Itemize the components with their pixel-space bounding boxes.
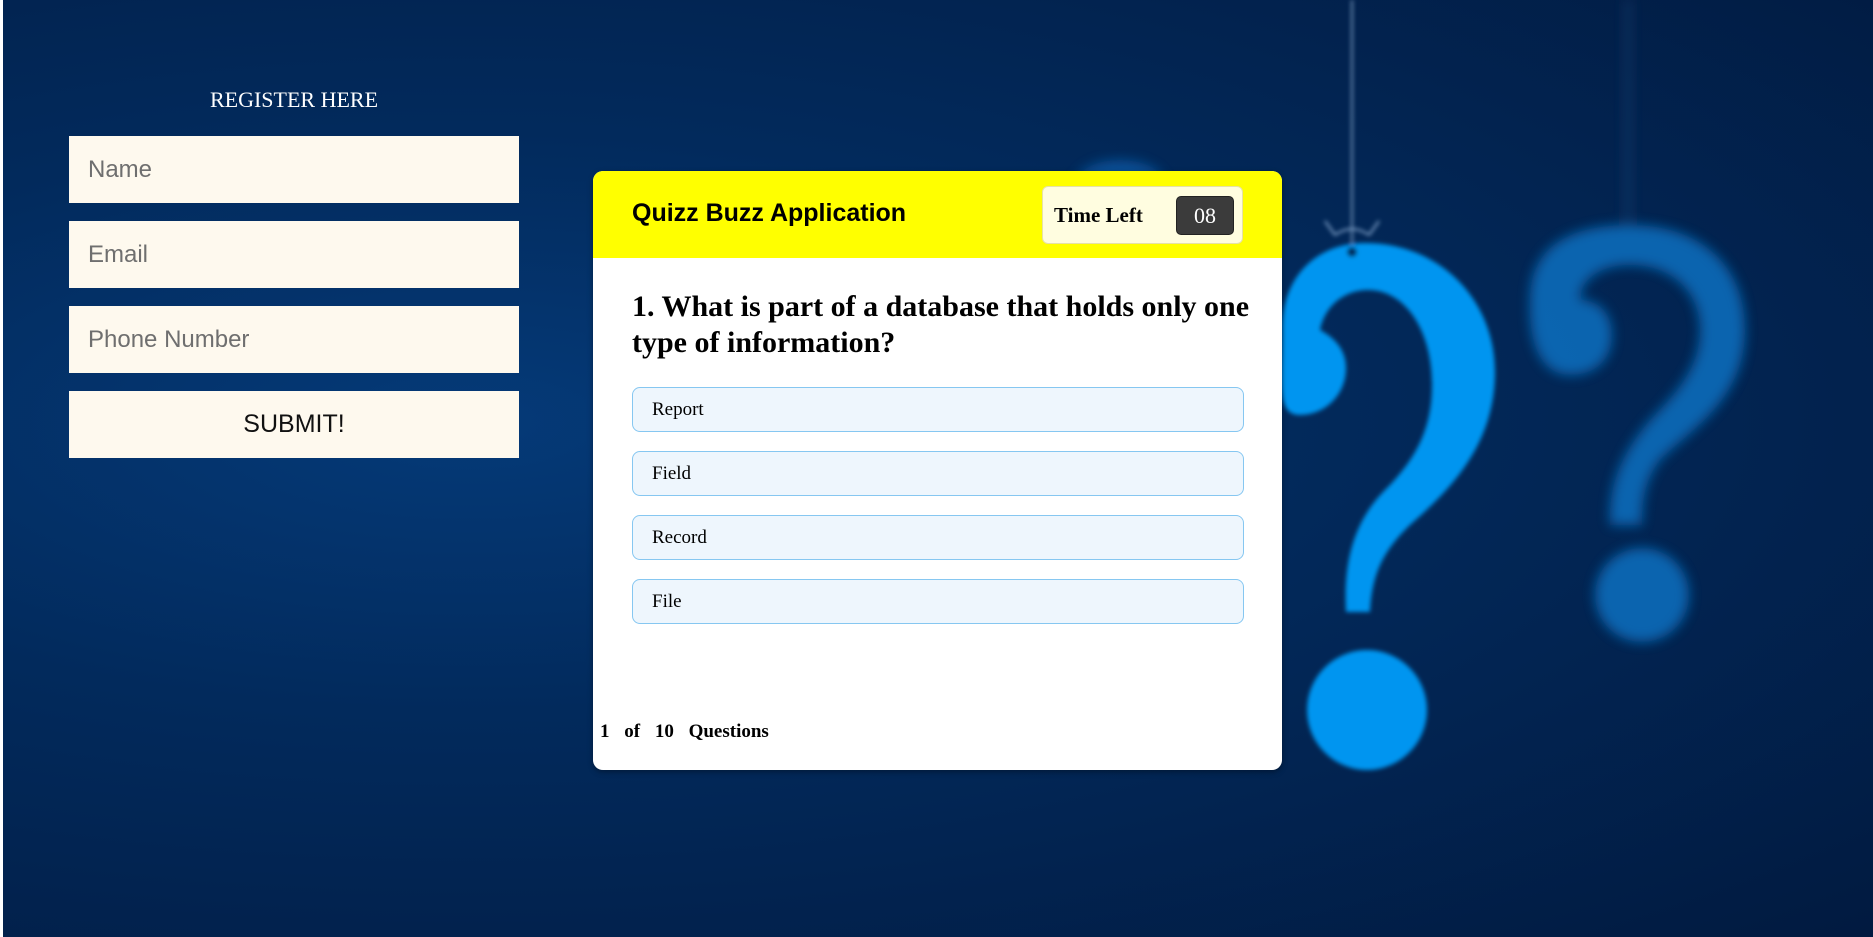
question-counter: 1 of 10 Questions xyxy=(600,721,773,743)
submit-button[interactable]: SUBMIT! xyxy=(69,391,519,458)
name-input[interactable] xyxy=(69,136,519,203)
register-form: REGISTER HERE SUBMIT! xyxy=(69,80,519,458)
counter-suffix: Questions xyxy=(688,721,769,742)
answer-option[interactable]: Record xyxy=(632,515,1244,560)
question-mark-icon xyxy=(1281,0,1495,770)
question-mark-icon xyxy=(1529,0,1745,642)
answer-option[interactable]: Report xyxy=(632,387,1244,432)
current-question-number: 1 xyxy=(600,721,610,742)
answer-option[interactable]: File xyxy=(632,579,1244,624)
answer-options: Report Field Record File xyxy=(632,387,1244,643)
answer-option[interactable]: Field xyxy=(632,451,1244,496)
quiz-header: Quizz Buzz Application Time Left 08 xyxy=(593,171,1282,258)
quiz-title: Quizz Buzz Application xyxy=(632,199,907,227)
email-input[interactable] xyxy=(69,221,519,288)
counter-of: of xyxy=(624,721,641,742)
register-title: REGISTER HERE xyxy=(209,87,379,112)
timer-label: Time Left xyxy=(1054,203,1143,227)
phone-input[interactable] xyxy=(69,306,519,373)
timer-value: 08 xyxy=(1176,196,1234,235)
total-questions: 10 xyxy=(654,721,674,742)
timer-box: Time Left 08 xyxy=(1042,186,1243,244)
question-text: 1. What is part of a database that holds… xyxy=(632,290,1250,359)
quiz-card: Quizz Buzz Application Time Left 08 1. W… xyxy=(593,171,1282,770)
